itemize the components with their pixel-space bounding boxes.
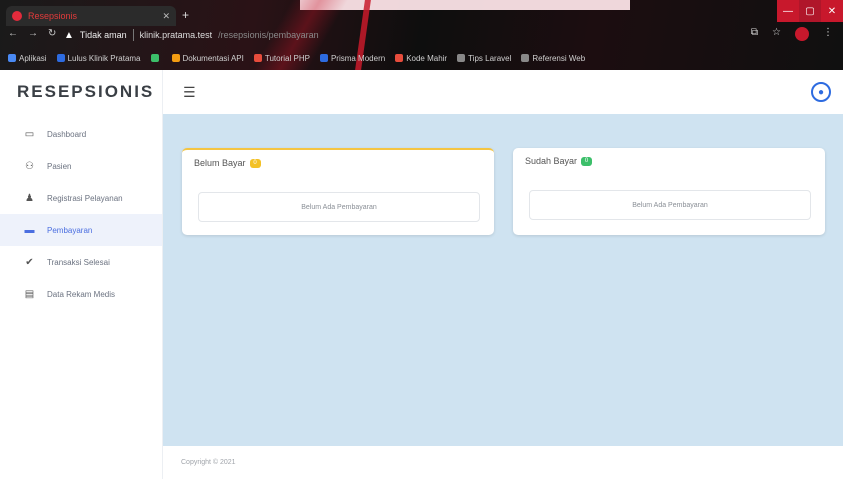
address-divider — [132, 29, 134, 41]
url-host: klinik.pratama.test — [139, 30, 213, 40]
browser-chrome: Resepsionis ✕ + — ▢ ✕ ← → ↻ ▲ Tidak aman… — [0, 0, 843, 70]
card-header: Belum Bayar 0 — [182, 150, 494, 176]
bookmark-label: Kode Mahir — [406, 53, 448, 63]
user-account-icon[interactable]: ● — [811, 82, 831, 102]
bookmark-favicon-icon — [521, 54, 530, 62]
card-header: Sudah Bayar 0 — [513, 148, 825, 174]
sidebar-item-label: Dashboard — [47, 129, 87, 139]
money-icon: ▬ — [24, 224, 35, 236]
tab-close-icon[interactable]: ✕ — [162, 11, 170, 22]
sidebar-item-data-rekam-medis[interactable]: ▤ Data Rekam Medis — [0, 278, 162, 310]
address-bar[interactable]: ▲ Tidak aman klinik.pratama.test /reseps… — [64, 26, 764, 44]
browser-tools: ⧉ ☆ ⋮ — [751, 27, 833, 41]
sidebar-item-label: Pembayaran — [47, 225, 93, 235]
bookmark-item[interactable]: Lulus Klinik Pratama — [56, 53, 141, 63]
menu-dots-icon[interactable]: ⋮ — [823, 27, 833, 41]
monitor-icon: ▭ — [24, 128, 35, 140]
warning-icon: ▲ — [64, 29, 74, 41]
sidebar-item-pasien[interactable]: ⚇ Pasien — [0, 150, 162, 182]
card-title: Belum Bayar — [194, 158, 246, 168]
brand-title: RESEPSIONIS — [17, 82, 155, 101]
security-label: Tidak aman — [79, 30, 127, 40]
bookmark-label: Aplikasi — [19, 53, 47, 63]
bookmark-label: Dokumentasi API — [182, 53, 244, 63]
bookmark-favicon-icon — [56, 54, 65, 62]
empty-state: Belum Ada Pembayaran — [198, 192, 480, 222]
bookmark-item[interactable]: Aplikasi — [8, 54, 47, 63]
sidebar-menu: ▭ Dashboard ⚇ Pasien ♟ Registrasi Pelayanan ▬ P… — [0, 118, 162, 310]
count-badge: 0 — [249, 158, 261, 168]
bookmark-favicon-icon — [457, 54, 466, 62]
empty-state: Belum Ada Pembayaran — [529, 190, 811, 220]
bookmark-item[interactable]: Tips Laravel — [457, 54, 511, 63]
bookmark-item[interactable]: Dokumentasi API — [171, 53, 244, 63]
copyright-text: Copyright © 2021 — [181, 459, 236, 466]
sidebar-item-pembayaran[interactable]: ▬ Pembayaran — [0, 214, 162, 246]
sidebar: RESEPSIONIS ▭ Dashboard ⚇ Pasien ♟ Registrasi… — [0, 70, 163, 479]
extension-icon[interactable]: ⧉ — [751, 27, 758, 41]
hamburger-menu-icon[interactable]: ☰ — [183, 84, 196, 101]
sidebar-item-label: Data Rekam Medis — [47, 289, 116, 299]
new-tab-icon[interactable]: + — [182, 8, 189, 22]
bookmark-favicon-icon — [253, 54, 262, 62]
bookmark-item[interactable] — [150, 54, 162, 62]
users-icon: ⚇ — [25, 160, 34, 172]
bookmark-label: Tips Laravel — [468, 53, 512, 63]
bookmark-item[interactable]: Prisma Modern — [319, 53, 386, 63]
bookmark-favicon-icon — [171, 54, 180, 62]
check-icon: ✔ — [25, 256, 34, 268]
minimize-icon[interactable]: — — [777, 0, 799, 22]
profile-icon[interactable] — [795, 27, 809, 41]
star-icon[interactable]: ☆ — [772, 27, 781, 41]
count-badge: 0 — [581, 156, 593, 166]
tab-title: Resepsionis — [28, 11, 78, 21]
app: RESEPSIONIS ▭ Dashboard ⚇ Pasien ♟ Registrasi… — [0, 70, 843, 479]
sidebar-item-dashboard[interactable]: ▭ Dashboard — [0, 118, 162, 150]
sidebar-item-transaksi-selesai[interactable]: ✔ Transaksi Selesai — [0, 246, 162, 278]
bookmark-item[interactable]: Tutorial PHP — [253, 53, 310, 63]
sidebar-item-label: Pasien — [47, 161, 72, 171]
maximize-icon[interactable]: ▢ — [799, 0, 821, 22]
bookmark-label: Tutorial PHP — [264, 53, 310, 63]
close-window-icon[interactable]: ✕ — [821, 0, 843, 22]
file-icon: ▤ — [24, 288, 35, 300]
bookmark-favicon-icon — [150, 54, 159, 62]
bookmark-label: Lulus Klinik Pratama — [67, 53, 141, 63]
paid-card: Sudah Bayar 0 Belum Ada Pembayaran — [513, 148, 825, 235]
user-plus-icon: ♟ — [25, 192, 34, 204]
url-path: /resepsionis/pembayaran — [218, 30, 319, 40]
sidebar-item-label: Registrasi Pelayanan — [47, 193, 123, 203]
bookmark-item[interactable]: Kode Mahir — [395, 54, 447, 63]
window-controls: — ▢ ✕ — [777, 0, 843, 22]
bookmark-favicon-icon — [319, 54, 328, 62]
bookmark-label: Prisma Modern — [330, 53, 386, 63]
browser-tab[interactable]: Resepsionis ✕ — [6, 6, 176, 26]
main-content: Belum Bayar 0 Belum Ada Pembayaran Sudah… — [163, 114, 843, 446]
back-icon[interactable]: ← — [8, 28, 18, 39]
unpaid-card: Belum Bayar 0 Belum Ada Pembayaran — [182, 148, 494, 235]
card-title: Sudah Bayar — [525, 156, 578, 166]
topbar: ☰ ● — [163, 70, 843, 114]
tab-favicon-icon — [12, 11, 22, 21]
forward-icon[interactable]: → — [28, 28, 38, 39]
bookmarks-bar: Aplikasi Lulus Klinik Pratama Dokumentasi … — [8, 50, 838, 66]
sidebar-item-label: Transaksi Selesai — [47, 257, 110, 267]
footer: Copyright © 2021 — [163, 446, 843, 479]
nav-buttons: ← → ↻ — [8, 28, 56, 39]
bookmark-favicon-icon — [395, 54, 404, 62]
bookmark-label: Referensi Web — [532, 53, 586, 63]
sidebar-item-registrasi-pelayanan[interactable]: ♟ Registrasi Pelayanan — [0, 182, 162, 214]
bookmark-item[interactable]: Referensi Web — [521, 54, 585, 63]
reload-icon[interactable]: ↻ — [48, 28, 56, 39]
bookmark-favicon-icon — [8, 54, 16, 62]
